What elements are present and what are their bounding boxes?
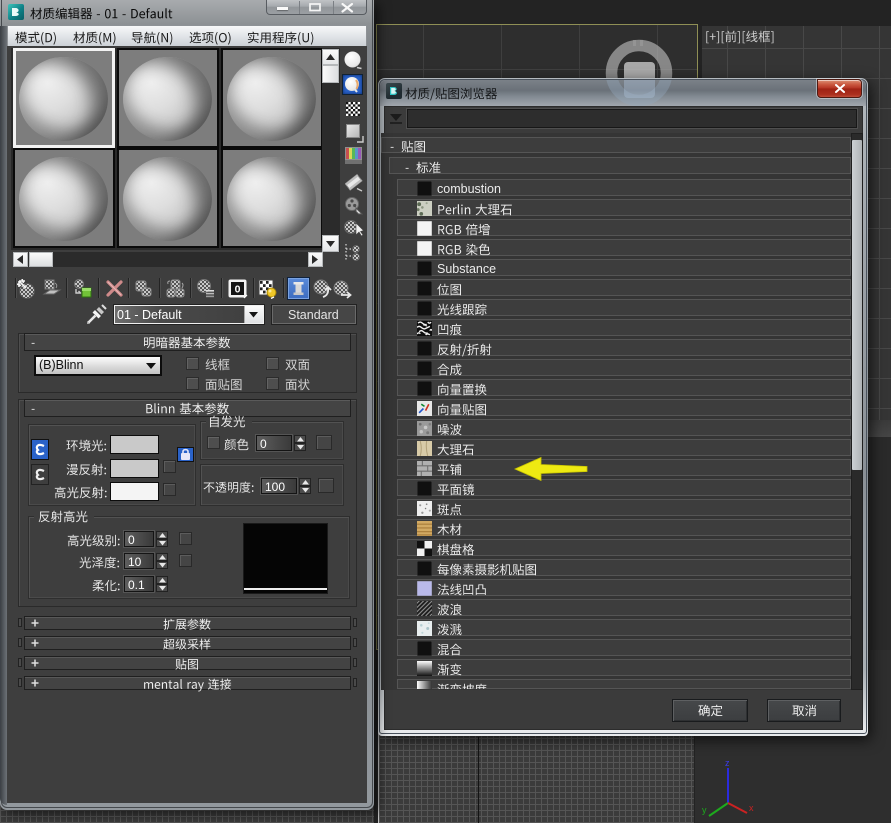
svg-text:x: x bbox=[749, 803, 754, 813]
svg-text:z: z bbox=[725, 758, 730, 768]
svg-text:0: 0 bbox=[235, 284, 241, 296]
svg-text:y: y bbox=[702, 805, 707, 815]
